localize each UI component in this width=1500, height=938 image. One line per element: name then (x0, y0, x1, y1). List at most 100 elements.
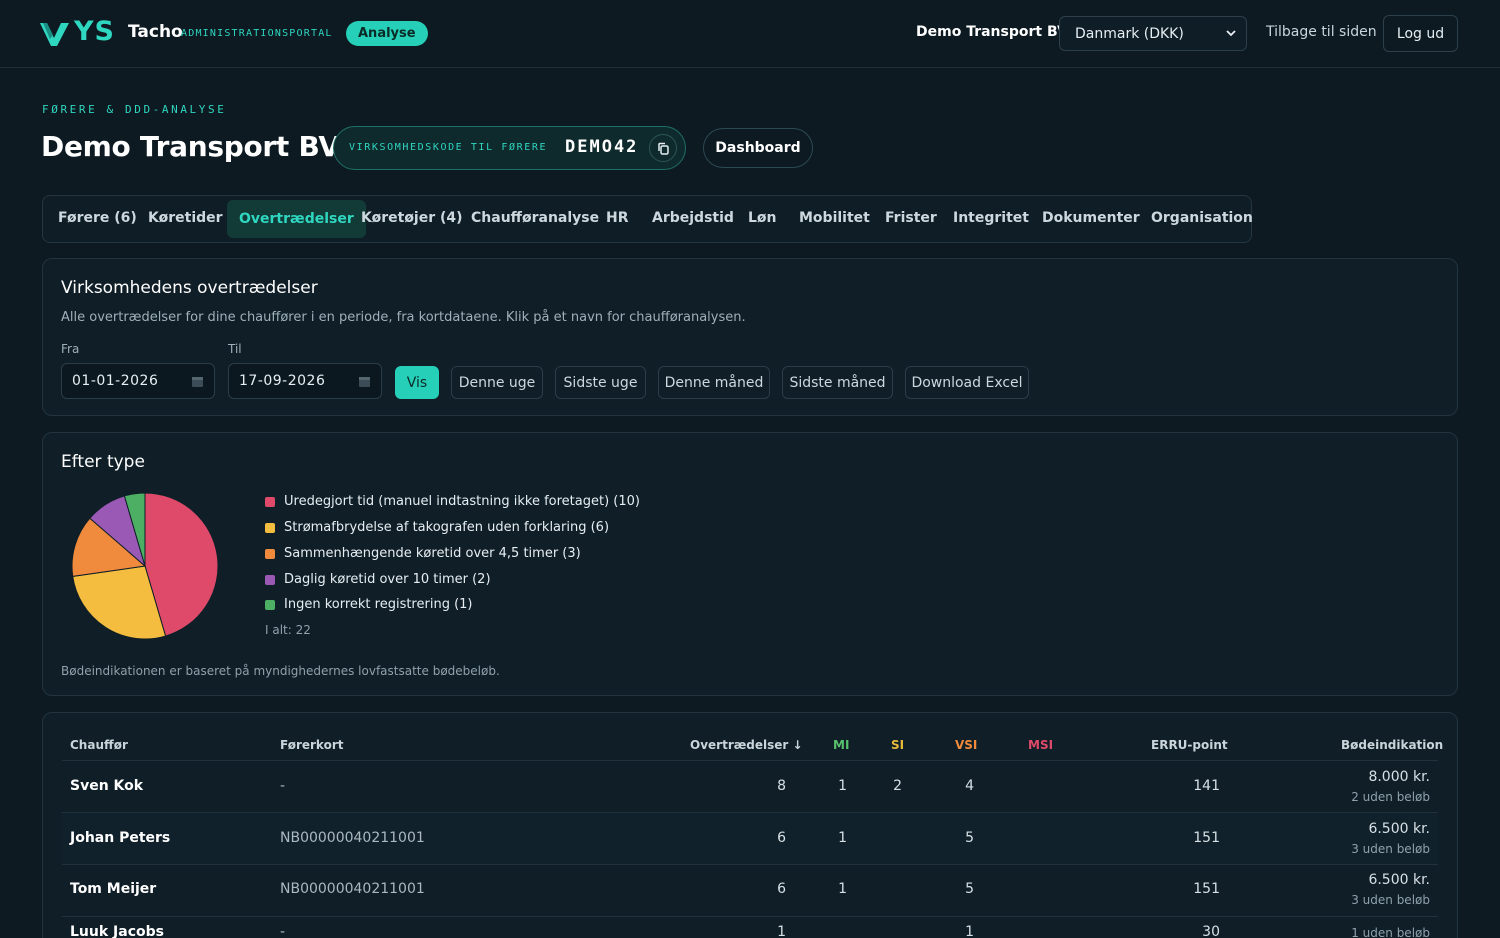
driver-name-link[interactable]: Luuk Jacobs (70, 924, 164, 938)
mi-count: 1 (838, 881, 847, 897)
tab-driver-analysis[interactable]: Chaufføranalyse (471, 210, 599, 226)
si-count: 2 (893, 778, 902, 794)
copy-code-button[interactable] (649, 134, 677, 162)
fine-note: 1 uden beløb (1351, 926, 1430, 938)
legend-label: Daglig køretid over 10 timer (2) (284, 572, 491, 587)
to-label: Til (228, 342, 242, 356)
tab-organisation[interactable]: Organisation (1151, 210, 1253, 226)
dashboard-button[interactable]: Dashboard (703, 128, 813, 168)
country-select-value: Danmark (DKK) (1075, 25, 1184, 42)
from-date-input[interactable]: 01-01-2026 (61, 363, 215, 399)
legend-label: Uredegjort tid (manuel indtastning ikke … (284, 494, 640, 509)
row-divider (62, 864, 1438, 865)
col-driver[interactable]: Chauffør (70, 738, 128, 752)
fine-amount: 6.500 kr. (1368, 821, 1430, 837)
violations-pie-chart (71, 492, 219, 640)
driver-name-link[interactable]: Johan Peters (70, 830, 170, 846)
top-bar: Tacho ADMINISTRATIONSPORTAL Analyse Demo… (0, 0, 1500, 68)
row-stripe (62, 813, 1438, 864)
tab-documents[interactable]: Dokumenter (1042, 210, 1140, 226)
by-type-title: Efter type (61, 452, 145, 472)
tab-drivers[interactable]: Førere (6) (58, 210, 137, 226)
fine-note: 3 uden beløb (1351, 842, 1430, 856)
erru-points: 151 (1193, 881, 1220, 897)
col-vsi[interactable]: VSI (955, 738, 977, 752)
total-count: I alt: 22 (265, 623, 311, 637)
calendar-icon (192, 377, 203, 387)
tab-integrity[interactable]: Integritet (953, 210, 1029, 226)
violations-count: 6 (777, 881, 786, 897)
tab-working-time[interactable]: Arbejdstid (652, 210, 734, 226)
col-license[interactable]: Førerkort (280, 738, 344, 752)
fine-footnote: Bødeindikationen er baseret på myndighed… (61, 664, 500, 678)
erru-points: 141 (1193, 778, 1220, 794)
last-month-button[interactable]: Sidste måned (782, 366, 893, 399)
driver-name-link[interactable]: Tom Meijer (70, 881, 156, 897)
page-eyebrow: FØRERE & DDD-ANALYSE (42, 103, 227, 116)
company-code-pill: VIRKSOMHEDSKODE TIL FØRERE DEMO42 (333, 126, 686, 170)
legend-item: Sammenhængende køretid over 4,5 timer (3… (265, 546, 581, 561)
tab-salary[interactable]: Løn (748, 210, 777, 226)
by-type-card (42, 432, 1458, 696)
tab-vehicles[interactable]: Køretøjer (4) (361, 210, 463, 226)
legend-label: Strømafbrydelse af takografen uden forkl… (284, 520, 610, 535)
col-fine[interactable]: Bødeindikation (1341, 738, 1443, 752)
col-mi[interactable]: MI (833, 738, 849, 752)
driver-name-link[interactable]: Sven Kok (70, 778, 143, 794)
filter-description: Alle overtrædelser for dine chauffører i… (61, 310, 746, 325)
legend-item: Ingen korrekt registrering (1) (265, 597, 473, 612)
legend-swatch (265, 599, 275, 610)
vsi-count: 4 (965, 778, 974, 794)
legend-label: Sammenhængende køretid over 4,5 timer (3… (284, 546, 581, 561)
violations-count: 1 (777, 924, 786, 938)
tab-violations[interactable]: Overtrædelser (227, 200, 366, 238)
vsi-count: 5 (965, 881, 974, 897)
col-violations[interactable]: Overtrædelser ↓ (690, 738, 803, 752)
company-code-value: DEMO42 (565, 137, 639, 157)
tab-driving-times[interactable]: Køretider (148, 210, 223, 226)
fine-note: 3 uden beløb (1351, 893, 1430, 907)
mi-count: 1 (838, 778, 847, 794)
to-date-input[interactable]: 17-09-2026 (228, 363, 382, 399)
legend-item: Uredegjort tid (manuel indtastning ikke … (265, 494, 640, 509)
fine-note: 2 uden beløb (1351, 790, 1430, 804)
logout-button[interactable]: Log ud (1383, 15, 1458, 52)
legend-item: Strømafbrydelse af takografen uden forkl… (265, 520, 609, 535)
from-date-value: 01-01-2026 (72, 373, 159, 389)
filter-title: Virksomhedens overtrædelser (61, 278, 318, 298)
mi-count: 1 (838, 830, 847, 846)
violations-count: 8 (777, 778, 786, 794)
tab-deadlines[interactable]: Frister (885, 210, 937, 226)
chevron-down-icon (1226, 30, 1236, 37)
section-tabs: Førere (6) Køretider Overtrædelser Køret… (42, 195, 1253, 243)
current-company: Demo Transport BV (916, 24, 1068, 40)
driver-license: NB00000040211001 (280, 881, 425, 897)
driver-license: - (280, 778, 286, 794)
driver-license: - (280, 924, 286, 938)
country-select[interactable]: Danmark (DKK) (1059, 16, 1247, 51)
this-month-button[interactable]: Denne måned (658, 366, 770, 399)
col-msi[interactable]: MSI (1028, 738, 1053, 752)
erru-points: 30 (1202, 924, 1220, 938)
driver-license: NB00000040211001 (280, 830, 425, 846)
tab-mobility[interactable]: Mobilitet (799, 210, 870, 226)
company-code-label: VIRKSOMHEDSKODE TIL FØRERE (349, 142, 548, 153)
back-link[interactable]: Tilbage til siden (1266, 24, 1377, 40)
show-button[interactable]: Vis (395, 366, 439, 399)
this-week-button[interactable]: Denne uge (451, 366, 543, 399)
legend-swatch (265, 548, 275, 559)
legend-swatch (265, 496, 275, 507)
legend-item: Daglig køretid over 10 timer (2) (265, 572, 491, 587)
brand-mark-text: YS (74, 16, 115, 47)
fine-amount: 8.000 kr. (1368, 769, 1430, 785)
legend-swatch (265, 522, 275, 533)
analyse-badge: Analyse (346, 21, 428, 46)
brand-name: Tacho (128, 22, 183, 42)
from-label: Fra (61, 342, 80, 356)
col-si[interactable]: SI (891, 738, 904, 752)
tab-hr[interactable]: HR (606, 210, 629, 226)
vsi-count: 5 (965, 830, 974, 846)
col-erru[interactable]: ERRU-point (1151, 738, 1228, 752)
download-excel-button[interactable]: Download Excel (905, 366, 1029, 399)
last-week-button[interactable]: Sidste uge (555, 366, 646, 399)
